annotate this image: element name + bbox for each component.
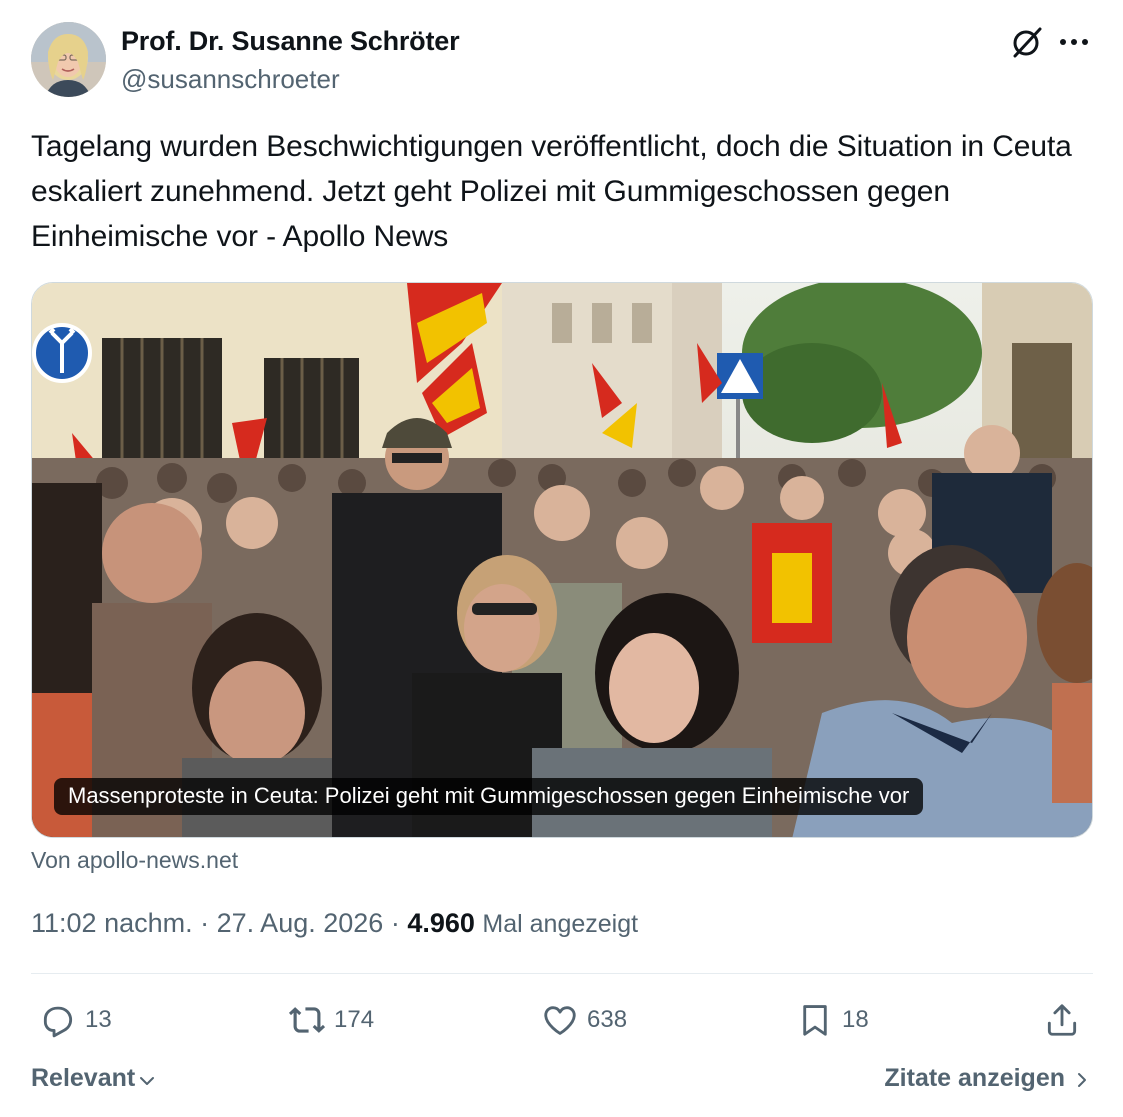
card-caption: Massenproteste in Ceuta: Polizei geht mi… [54,778,924,815]
meta-separator: · [390,908,400,938]
link-source[interactable]: Von apollo-news.net [31,847,238,874]
divider [31,973,1093,974]
share-icon [1047,1004,1077,1036]
post-date[interactable]: 27. Aug. 2026 [217,908,384,938]
like-button[interactable]: 638 [541,998,627,1042]
bookmark-icon [803,1005,827,1036]
post-header: Prof. Dr. Susanne Schröter @susannschroe… [31,22,1093,100]
like-icon [544,1006,576,1035]
reply-count: 13 [85,1006,112,1033]
quotes-label: Zitate anzeigen [884,1064,1065,1092]
chevron-down-icon [140,1076,155,1085]
bookmark-count: 18 [842,1006,869,1033]
more-icon[interactable] [1057,28,1091,56]
post-meta: 11:02 nachm. · 27. Aug. 2026 · 4.960 Mal… [31,908,638,939]
link-card[interactable]: Massenproteste in Ceuta: Polizei geht mi… [31,282,1093,838]
repost-button[interactable]: 174 [288,998,374,1042]
sort-label: Relevant [31,1064,136,1092]
meta-separator: · [200,908,210,938]
reply-icon [43,1006,73,1038]
author-name[interactable]: Prof. Dr. Susanne Schröter [121,26,460,57]
card-image [32,283,1092,837]
quotes-link[interactable]: Zitate anzeigen [884,1064,1091,1093]
post-text: Tagelang wurden Beschwichtigungen veröff… [31,130,1072,253]
grok-icon[interactable] [1009,24,1045,60]
views-label: Mal angezeigt [482,910,639,938]
post-time[interactable]: 11:02 nachm. [31,908,193,938]
repost-count: 174 [334,1006,375,1033]
bookmark-button[interactable]: 18 [796,998,869,1042]
like-count: 638 [587,1006,628,1033]
avatar[interactable] [31,22,106,97]
author-handle[interactable]: @susannschroeter [121,64,340,95]
chevron-right-icon [1078,1073,1086,1087]
views-count: 4.960 [407,908,475,938]
reply-button[interactable]: 13 [39,998,112,1042]
sort-dropdown[interactable]: Relevant [31,1064,157,1093]
share-button[interactable] [1043,998,1089,1042]
repost-icon [288,1007,326,1033]
action-bar: 13 174 638 18 [31,998,1093,1042]
